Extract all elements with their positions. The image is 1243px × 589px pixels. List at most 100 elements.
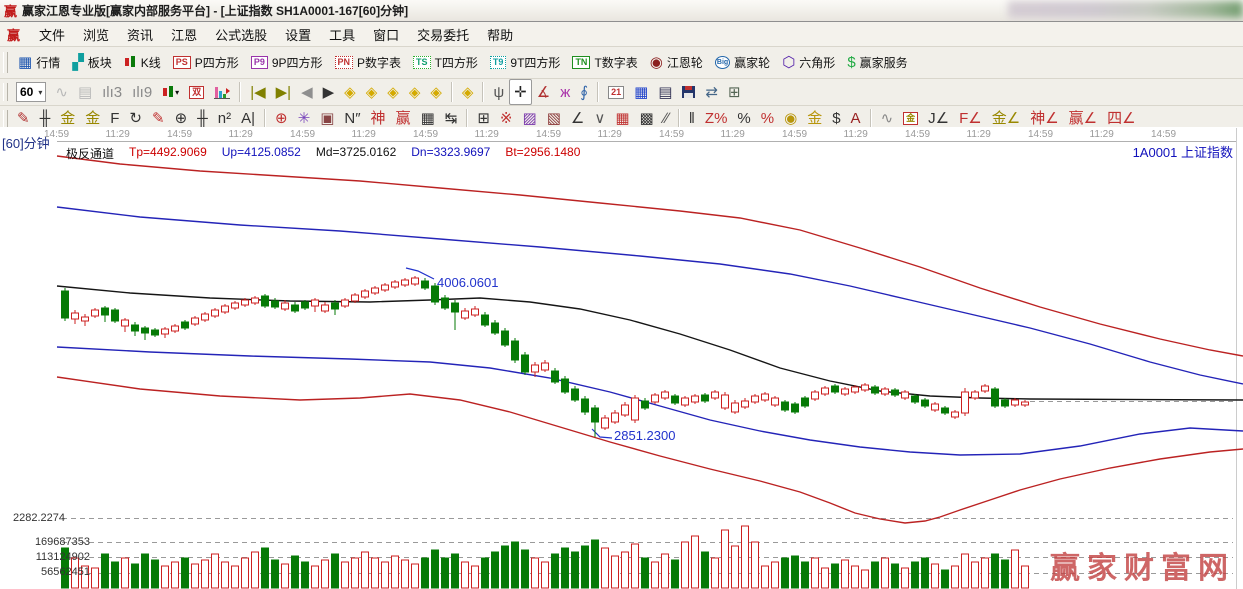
multi-kline-button[interactable]: 双 (184, 79, 209, 105)
net-sync-button[interactable]: ⇄ (700, 79, 723, 105)
menu-item-帮助[interactable]: 帮助 (478, 23, 522, 46)
title-bar: 赢 赢家江恩专业版[赢家内部服务平台] - [上证指数 SH1A0001-167… (0, 0, 1243, 22)
toolbar-drag-handle[interactable] (3, 83, 8, 101)
calculator-icon: ▦ (634, 85, 648, 100)
gann-grid-tool-button[interactable]: ж (555, 79, 575, 105)
market-quotes-button[interactable]: ▦行情 (12, 47, 66, 78)
winner-wheel-button[interactable]: Big赢家轮 (709, 47, 776, 78)
market-quotes-icon: ▦ (18, 55, 32, 70)
wave-tool-icon: ∮ (580, 85, 588, 100)
zigzag-disabled-icon: ∿ (55, 85, 68, 100)
window-title: 赢家江恩专业版[赢家内部服务平台] - [上证指数 SH1A0001-167[6… (22, 2, 408, 19)
notes-disabled-button[interactable]: ▤ (73, 79, 97, 105)
t-number-table-icon: TN (572, 56, 590, 69)
diamond-left-button[interactable]: ◈ (339, 79, 361, 105)
diamond-center-button[interactable]: ◈ (457, 79, 479, 105)
indicator-value: Bt=2956.1480 (505, 145, 580, 162)
bars-9-button[interactable]: ılı9 (127, 79, 157, 105)
grid-red-icon: ▦ (615, 111, 629, 126)
toolbar-drag-handle[interactable] (3, 52, 8, 74)
chart-canvas[interactable] (0, 127, 1243, 589)
remote-pc-button[interactable]: ⊞ (723, 79, 746, 105)
calendar-icon: 21 (608, 86, 624, 99)
calculator-button[interactable]: ▦ (629, 79, 653, 105)
bars-9-icon: ılı9 (132, 85, 152, 100)
9t-square-label: 9T四方形 (510, 54, 560, 71)
9p-square-button[interactable]: P99P四方形 (245, 47, 329, 78)
watermark: 赢家财富网 (1050, 543, 1235, 587)
wave-av-icon: ∿ (881, 111, 894, 126)
toolbar-drag-handle[interactable] (3, 110, 8, 128)
menu-item-设置[interactable]: 设置 (276, 23, 320, 46)
a-mirror-icon: A| (241, 111, 255, 126)
diamond-compress-button[interactable]: ◈ (425, 79, 447, 105)
hand-tool-button[interactable]: ψ (488, 79, 509, 105)
nav-next-button[interactable]: ▶ (318, 79, 340, 105)
menu-item-窗口[interactable]: 窗口 (364, 23, 408, 46)
menu-item-浏览[interactable]: 浏览 (74, 23, 118, 46)
box-cross-icon: ⊞ (477, 111, 490, 126)
toolbar-separator (451, 82, 453, 102)
gann-wheel-button[interactable]: ◉江恩轮 (644, 47, 709, 78)
diamond-expand-button[interactable]: ◈ (404, 79, 426, 105)
toolbar-separator (597, 82, 599, 102)
winner-service-button[interactable]: $赢家服务 (841, 47, 913, 78)
shen-angle-icon: 神∠ (1030, 111, 1058, 126)
gann-gold-1-icon: 金 (60, 111, 75, 126)
time-axis-label: 14:59 (167, 129, 192, 140)
chart-area[interactable]: [60]分钟 极反通道 Tp=4492.9069Up=4125.0852Md=3… (0, 127, 1243, 589)
nav-prev-button[interactable]: ◀ (296, 79, 318, 105)
p-number-table-label: P数字表 (357, 54, 401, 71)
channel-lines-layer (57, 156, 1243, 523)
diamond-right-button[interactable]: ◈ (361, 79, 383, 105)
nav-prev-icon: ◀ (301, 85, 313, 100)
toolbar-main: ▦行情▞板块K线PSP四方形P99P四方形PNP数字表TST四方形T99T四方形… (0, 47, 1243, 79)
time-axis-label: 14:59 (659, 129, 684, 140)
crosshair-tool-button[interactable]: ✛ (509, 79, 532, 105)
p-number-table-button[interactable]: PNP数字表 (329, 47, 408, 78)
diamond-hboth-button[interactable]: ◈ (382, 79, 404, 105)
shen-tool-icon: 神 (371, 111, 386, 126)
menu-item-江恩[interactable]: 江恩 (162, 23, 206, 46)
gann-grid-tool-icon: ж (560, 85, 570, 100)
pen-red-icon: ✎ (152, 111, 165, 126)
shade-dark-icon: ▧ (547, 111, 561, 126)
angle-measure-button[interactable]: ∡ (532, 79, 555, 105)
sectors-button[interactable]: ▞板块 (66, 47, 118, 78)
indicator-readout: 极反通道 Tp=4492.9069Up=4125.0852Md=3725.016… (66, 145, 580, 162)
spiral-icon: ↻ (129, 111, 142, 126)
menu-item-公式选股[interactable]: 公式选股 (206, 23, 276, 46)
notes-disabled-icon: ▤ (78, 85, 92, 100)
kline-button[interactable]: K线 (118, 47, 167, 78)
menu-item-文件[interactable]: 文件 (30, 23, 74, 46)
grid-ticks-icon: ╫ (40, 111, 51, 126)
notepad-button[interactable]: ▤ (653, 79, 677, 105)
candle-type-button[interactable]: ▾ (157, 79, 184, 105)
channel-line-up (57, 207, 1243, 384)
price-annotation: 2851.2300 (614, 428, 675, 443)
menu-item-交易委托[interactable]: 交易委托 (408, 23, 478, 46)
bars-3-icon: ılı3 (102, 85, 122, 100)
time-axis-label: 14:59 (1151, 129, 1176, 140)
menu-item-工具[interactable]: 工具 (320, 23, 364, 46)
9t-square-button[interactable]: T99T四方形 (484, 47, 567, 78)
menu-item-资讯[interactable]: 资讯 (118, 23, 162, 46)
p-square-button[interactable]: PSP四方形 (167, 47, 245, 78)
titlebar-blurred-region (1008, 1, 1243, 18)
winner-service-label: 赢家服务 (860, 54, 908, 71)
hexagon-button[interactable]: ⬡六角形 (776, 47, 841, 78)
p-square-label: P四方形 (195, 54, 239, 71)
nav-last-button[interactable]: ▶| (271, 79, 296, 105)
t-square-button[interactable]: TST四方形 (407, 47, 484, 78)
nav-first-button[interactable]: |◀ (245, 79, 270, 105)
save-button[interactable] (677, 79, 700, 105)
t-number-table-button[interactable]: TNT数字表 (566, 47, 643, 78)
color-chart-button[interactable] (209, 79, 235, 105)
calendar-button[interactable]: 21 (603, 79, 629, 105)
period-dropdown[interactable]: 60 ▾ (16, 82, 46, 102)
zigzag-disabled-button[interactable]: ∿ (50, 79, 73, 105)
wave-tool-button[interactable]: ∮ (575, 79, 593, 105)
multi-kline-icon: 双 (189, 86, 204, 99)
bars-3-button[interactable]: ılı3 (97, 79, 127, 105)
time-axis-label: 11:29 (844, 129, 868, 140)
